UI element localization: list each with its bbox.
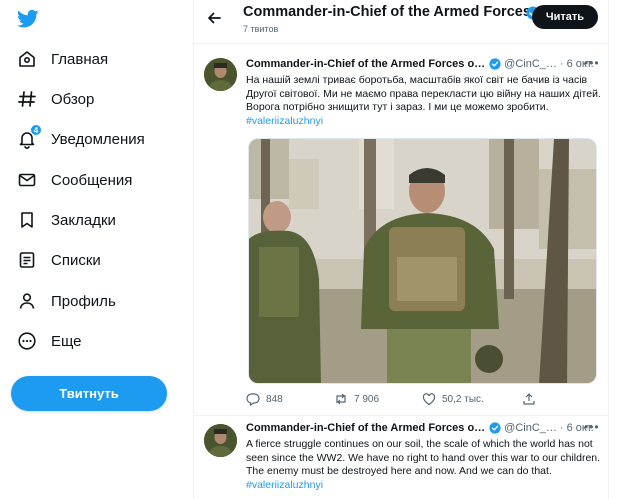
sidebar-item-messages[interactable]: Сообщения xyxy=(17,165,132,195)
sidebar-item-label: Списки xyxy=(51,251,101,269)
tweet-text-line: Ворога потрібно знищити тут і зараз. І м… xyxy=(246,101,549,114)
hashtag-icon xyxy=(17,89,37,109)
profile-header: Commander-in-Chief of the Armed Forces… … xyxy=(194,0,608,44)
tweet-text-line: seen since the WW2. We have no right to … xyxy=(246,451,601,464)
sidebar-item-home[interactable]: Главная xyxy=(17,44,108,74)
tweet[interactable]: Commander-in-Chief of the Armed Forces o… xyxy=(194,416,608,499)
page-title: Commander-in-Chief of the Armed Forces… xyxy=(243,4,546,20)
sidebar-item-label: Уведомления xyxy=(51,130,145,148)
author-handle[interactable]: @CinC_… xyxy=(504,58,557,70)
avatar[interactable] xyxy=(204,424,237,457)
left-sidebar: Главная Обзор 4 Уведомления Сообщения За… xyxy=(0,0,195,499)
main-column: Commander-in-Chief of the Armed Forces… … xyxy=(193,0,609,499)
like-count: 50,2 тыс. xyxy=(442,393,484,405)
tweet-photo[interactable] xyxy=(248,138,597,384)
twitter-bird-icon[interactable] xyxy=(17,9,39,29)
retweet-button[interactable]: 7 906 xyxy=(334,392,379,406)
more-options-icon[interactable]: ••• xyxy=(584,57,599,72)
tweet-count: 7 твитов xyxy=(243,24,279,34)
retweet-count: 7 906 xyxy=(354,393,380,405)
sidebar-item-label: Профиль xyxy=(51,292,116,310)
share-icon xyxy=(523,393,535,405)
tweet-header: Commander-in-Chief of the Armed Forces o… xyxy=(246,421,594,435)
author-name[interactable]: Commander-in-Chief of the Armed Forces o… xyxy=(246,422,485,434)
heart-icon xyxy=(422,393,436,406)
bell-icon: 4 xyxy=(17,124,42,149)
follow-button[interactable]: Читать xyxy=(532,5,598,29)
sidebar-item-label: Главная xyxy=(51,50,109,68)
tweet-text-line: Другої світової. Ми не маємо права перек… xyxy=(246,87,601,100)
tweet-header: Commander-in-Chief of the Armed Forces o… xyxy=(246,57,594,71)
person-icon xyxy=(17,291,37,311)
sidebar-item-more[interactable]: Еще xyxy=(17,326,82,356)
sidebar-item-label: Еще xyxy=(51,332,82,350)
separator-dot: · xyxy=(559,58,564,70)
sidebar-item-label: Сообщения xyxy=(51,171,133,189)
reply-icon xyxy=(246,393,260,406)
tweet-text-line: The enemy must be destroyed here and now… xyxy=(246,465,552,478)
notification-badge: 4 xyxy=(30,124,42,136)
back-arrow-icon[interactable] xyxy=(204,8,224,28)
separator-dot: · xyxy=(559,422,564,434)
tweet[interactable]: Commander-in-Chief of the Armed Forces o… xyxy=(194,44,608,416)
sidebar-item-label: Обзор xyxy=(51,90,95,108)
sidebar-item-explore[interactable]: Обзор xyxy=(17,84,94,114)
retweet-icon xyxy=(336,393,346,405)
avatar[interactable] xyxy=(204,58,237,91)
bookmark-icon xyxy=(17,210,37,230)
list-icon xyxy=(17,250,37,270)
reply-count: 848 xyxy=(266,393,283,405)
sidebar-item-notifications[interactable]: 4 Уведомления xyxy=(17,124,145,154)
hashtag-link[interactable]: #valeriizaluzhnyi xyxy=(246,479,601,493)
tweet-button[interactable]: Твитнуть xyxy=(11,376,167,411)
tweet-text: На нашій землі триває боротьба, масштабі… xyxy=(246,74,601,128)
tweet-text-line: На нашій землі триває боротьба, масштабі… xyxy=(246,74,588,86)
share-button[interactable] xyxy=(522,392,542,406)
sidebar-item-bookmarks[interactable]: Закладки xyxy=(17,205,116,235)
verified-badge-icon xyxy=(489,422,501,434)
tweet-text: A fierce struggle continues on our soil,… xyxy=(246,438,601,492)
tweet-actions: 848 7 906 50,2 тыс. xyxy=(246,392,596,408)
sidebar-item-label: Закладки xyxy=(51,211,116,229)
sidebar-item-profile[interactable]: Профиль xyxy=(17,286,116,316)
sidebar-item-lists[interactable]: Списки xyxy=(17,245,101,275)
envelope-icon xyxy=(17,170,37,190)
like-button[interactable]: 50,2 тыс. xyxy=(422,392,484,406)
verified-badge-icon xyxy=(489,58,501,70)
tweet-text-line: A fierce struggle continues on our soil,… xyxy=(246,438,593,450)
author-name[interactable]: Commander-in-Chief of the Armed Forces o… xyxy=(246,58,485,70)
more-options-icon[interactable]: ••• xyxy=(584,421,599,436)
reply-button[interactable]: 848 xyxy=(246,392,283,406)
home-icon xyxy=(17,49,37,69)
hashtag-link[interactable]: #valeriizaluzhnyi xyxy=(246,115,601,129)
more-circle-icon xyxy=(17,331,37,351)
author-handle[interactable]: @CinC_… xyxy=(504,422,557,434)
